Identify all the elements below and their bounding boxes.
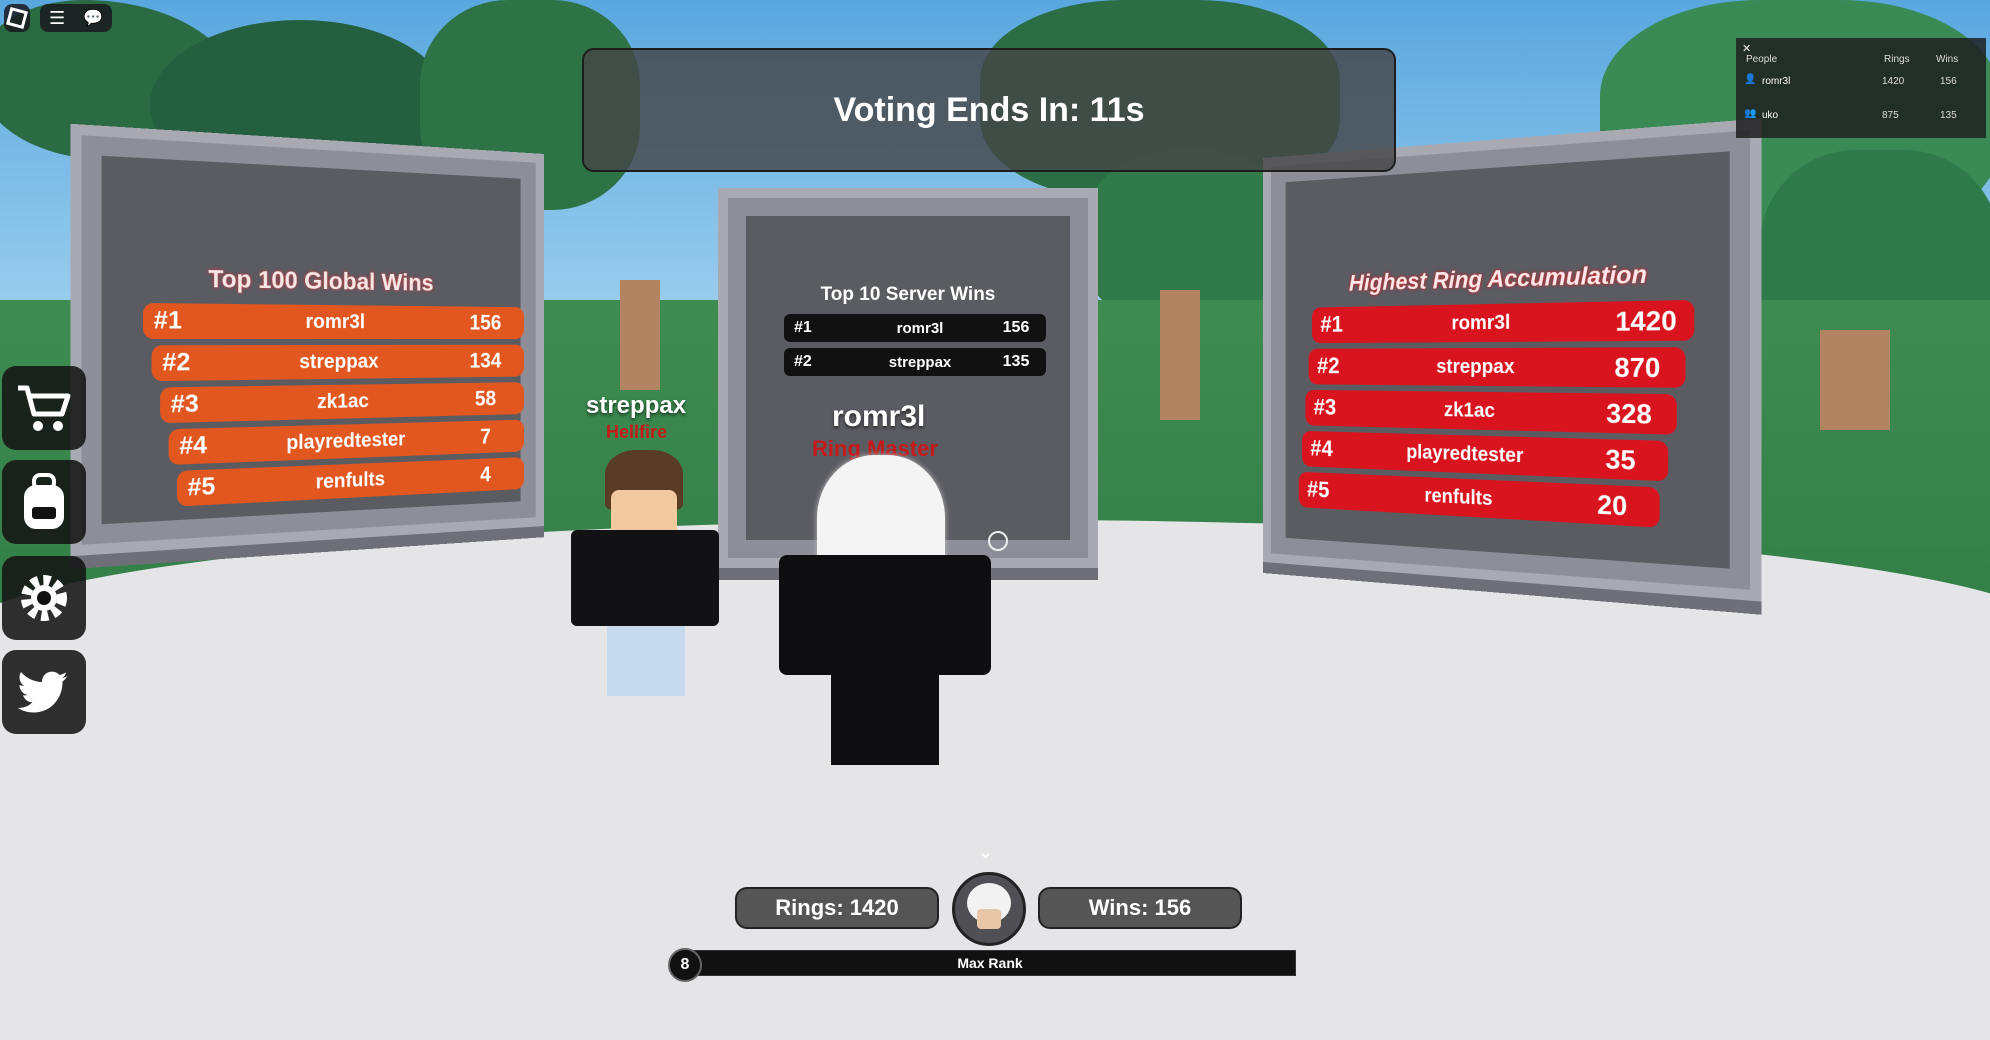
avatar-legs	[831, 675, 939, 765]
leaderboard-row: #2 streppax 870	[1309, 347, 1686, 388]
shop-button[interactable]	[2, 366, 86, 450]
row-name: playredtester	[1361, 440, 1574, 470]
rank-progress-bar: Max Rank	[684, 950, 1296, 976]
row-name: zk1ac	[233, 389, 446, 416]
row-value: 1420	[1599, 304, 1695, 338]
romr3l-avatar[interactable]	[775, 455, 995, 775]
player-rings: 875	[1882, 110, 1899, 121]
row-name: zk1ac	[1365, 398, 1583, 425]
board-title: Top 10 Server Wins	[728, 284, 1088, 306]
inventory-button[interactable]	[2, 460, 86, 544]
leaderboard-row: #1 romr3l 1420	[1312, 300, 1694, 343]
player-list-row[interactable]: 👥 uko 875 135	[1744, 108, 1980, 128]
row-value: 156	[986, 319, 1046, 337]
row-rank: #1	[784, 319, 854, 337]
row-rank: #1	[143, 306, 217, 336]
row-value: 35	[1574, 442, 1668, 478]
crosshair-icon	[988, 531, 1008, 551]
row-name: romr3l	[854, 320, 986, 337]
avatar-legs	[607, 626, 685, 696]
row-rank: #2	[784, 353, 854, 371]
row-rank: #2	[152, 348, 225, 378]
row-rank: #5	[1299, 476, 1358, 505]
row-name: renfults	[249, 465, 446, 497]
row-value: 134	[446, 348, 524, 373]
shop-cart-icon	[14, 380, 74, 436]
row-value: 328	[1582, 397, 1676, 431]
row-value: 156	[446, 310, 524, 335]
rank-text: Max Rank	[685, 955, 1295, 971]
streppax-avatar[interactable]	[565, 450, 725, 700]
level-badge: 8	[668, 948, 702, 982]
wins-header: Wins	[1936, 54, 1958, 65]
row-name: romr3l	[1372, 310, 1599, 336]
row-value: 58	[446, 386, 524, 412]
row-rank: #4	[1302, 436, 1361, 464]
row-rank: #2	[1309, 353, 1368, 380]
leaderboard-row: #2 streppax 135	[784, 348, 1046, 376]
row-value: 4	[446, 461, 524, 489]
player-name: uko	[1762, 110, 1778, 121]
player-rings: 1420	[1882, 76, 1904, 87]
tree-trunk	[620, 280, 660, 390]
row-value: 135	[986, 353, 1046, 371]
settings-button[interactable]	[2, 556, 86, 640]
voting-countdown-banner: Voting Ends In: 11s	[582, 48, 1396, 172]
row-value: 20	[1566, 487, 1659, 524]
hamburger-menu-icon[interactable]: ☰	[49, 8, 65, 29]
tree-trunk	[1160, 290, 1200, 420]
twitter-icon	[16, 668, 72, 716]
player-list-panel: ✕ People Rings Wins 👤 romr3l 1420 156 👥 …	[1736, 38, 1986, 138]
row-rank: #4	[169, 430, 242, 461]
leaderboard-row: #2 streppax 134	[152, 345, 524, 381]
people-header: People	[1746, 54, 1777, 65]
row-rank: #3	[1305, 395, 1364, 423]
rings-header: Rings	[1884, 54, 1910, 65]
row-name: playredtester	[241, 427, 446, 457]
player-title-tag: Hellfire	[606, 422, 667, 443]
rings-counter: Rings: 1420	[735, 887, 939, 929]
player-wins: 156	[1940, 76, 1957, 87]
row-name: streppax	[225, 350, 446, 374]
row-rank: #5	[177, 471, 249, 503]
player-nametag: romr3l	[832, 400, 925, 434]
ring-accumulation-board: Highest Ring Accumulation #1 romr3l 1420…	[1263, 118, 1762, 601]
chevron-down-icon[interactable]: ⌄	[978, 842, 993, 863]
friend-icon: 👥	[1744, 108, 1756, 119]
row-rank: #1	[1312, 311, 1372, 338]
roblox-logo-icon[interactable]	[4, 4, 30, 32]
gear-icon	[16, 570, 72, 626]
wins-counter: Wins: 156	[1038, 887, 1242, 929]
backpack-icon	[16, 471, 72, 533]
leaderboard-row: #1 romr3l 156	[784, 314, 1046, 342]
player-nametag: streppax	[586, 392, 686, 420]
avatar-torso	[779, 555, 991, 675]
row-value: 7	[446, 423, 524, 450]
row-name: renfults	[1358, 481, 1566, 514]
row-name: streppax	[1368, 355, 1590, 379]
row-name: streppax	[854, 354, 986, 371]
player-list-row[interactable]: 👤 romr3l 1420 156	[1744, 74, 1980, 94]
avatar[interactable]	[952, 872, 1026, 946]
hamburger-menu-icon[interactable]: ☰ 💬	[40, 4, 112, 32]
tree-trunk	[1820, 330, 1890, 430]
leaderboard-row: #1 romr3l 156	[143, 303, 524, 339]
row-name: romr3l	[217, 309, 446, 333]
global-wins-board: Top 100 Global Wins #1 romr3l 156 #2 str…	[70, 124, 544, 556]
twitter-button[interactable]	[2, 650, 86, 734]
player-name: romr3l	[1762, 76, 1790, 87]
row-value: 870	[1591, 351, 1686, 384]
row-rank: #3	[160, 389, 233, 420]
avatar-torso	[571, 530, 719, 626]
avatar-face	[977, 909, 1001, 929]
player-icon: 👤	[1744, 74, 1756, 85]
player-wins: 135	[1940, 110, 1957, 121]
chat-icon[interactable]: 💬	[83, 8, 103, 28]
